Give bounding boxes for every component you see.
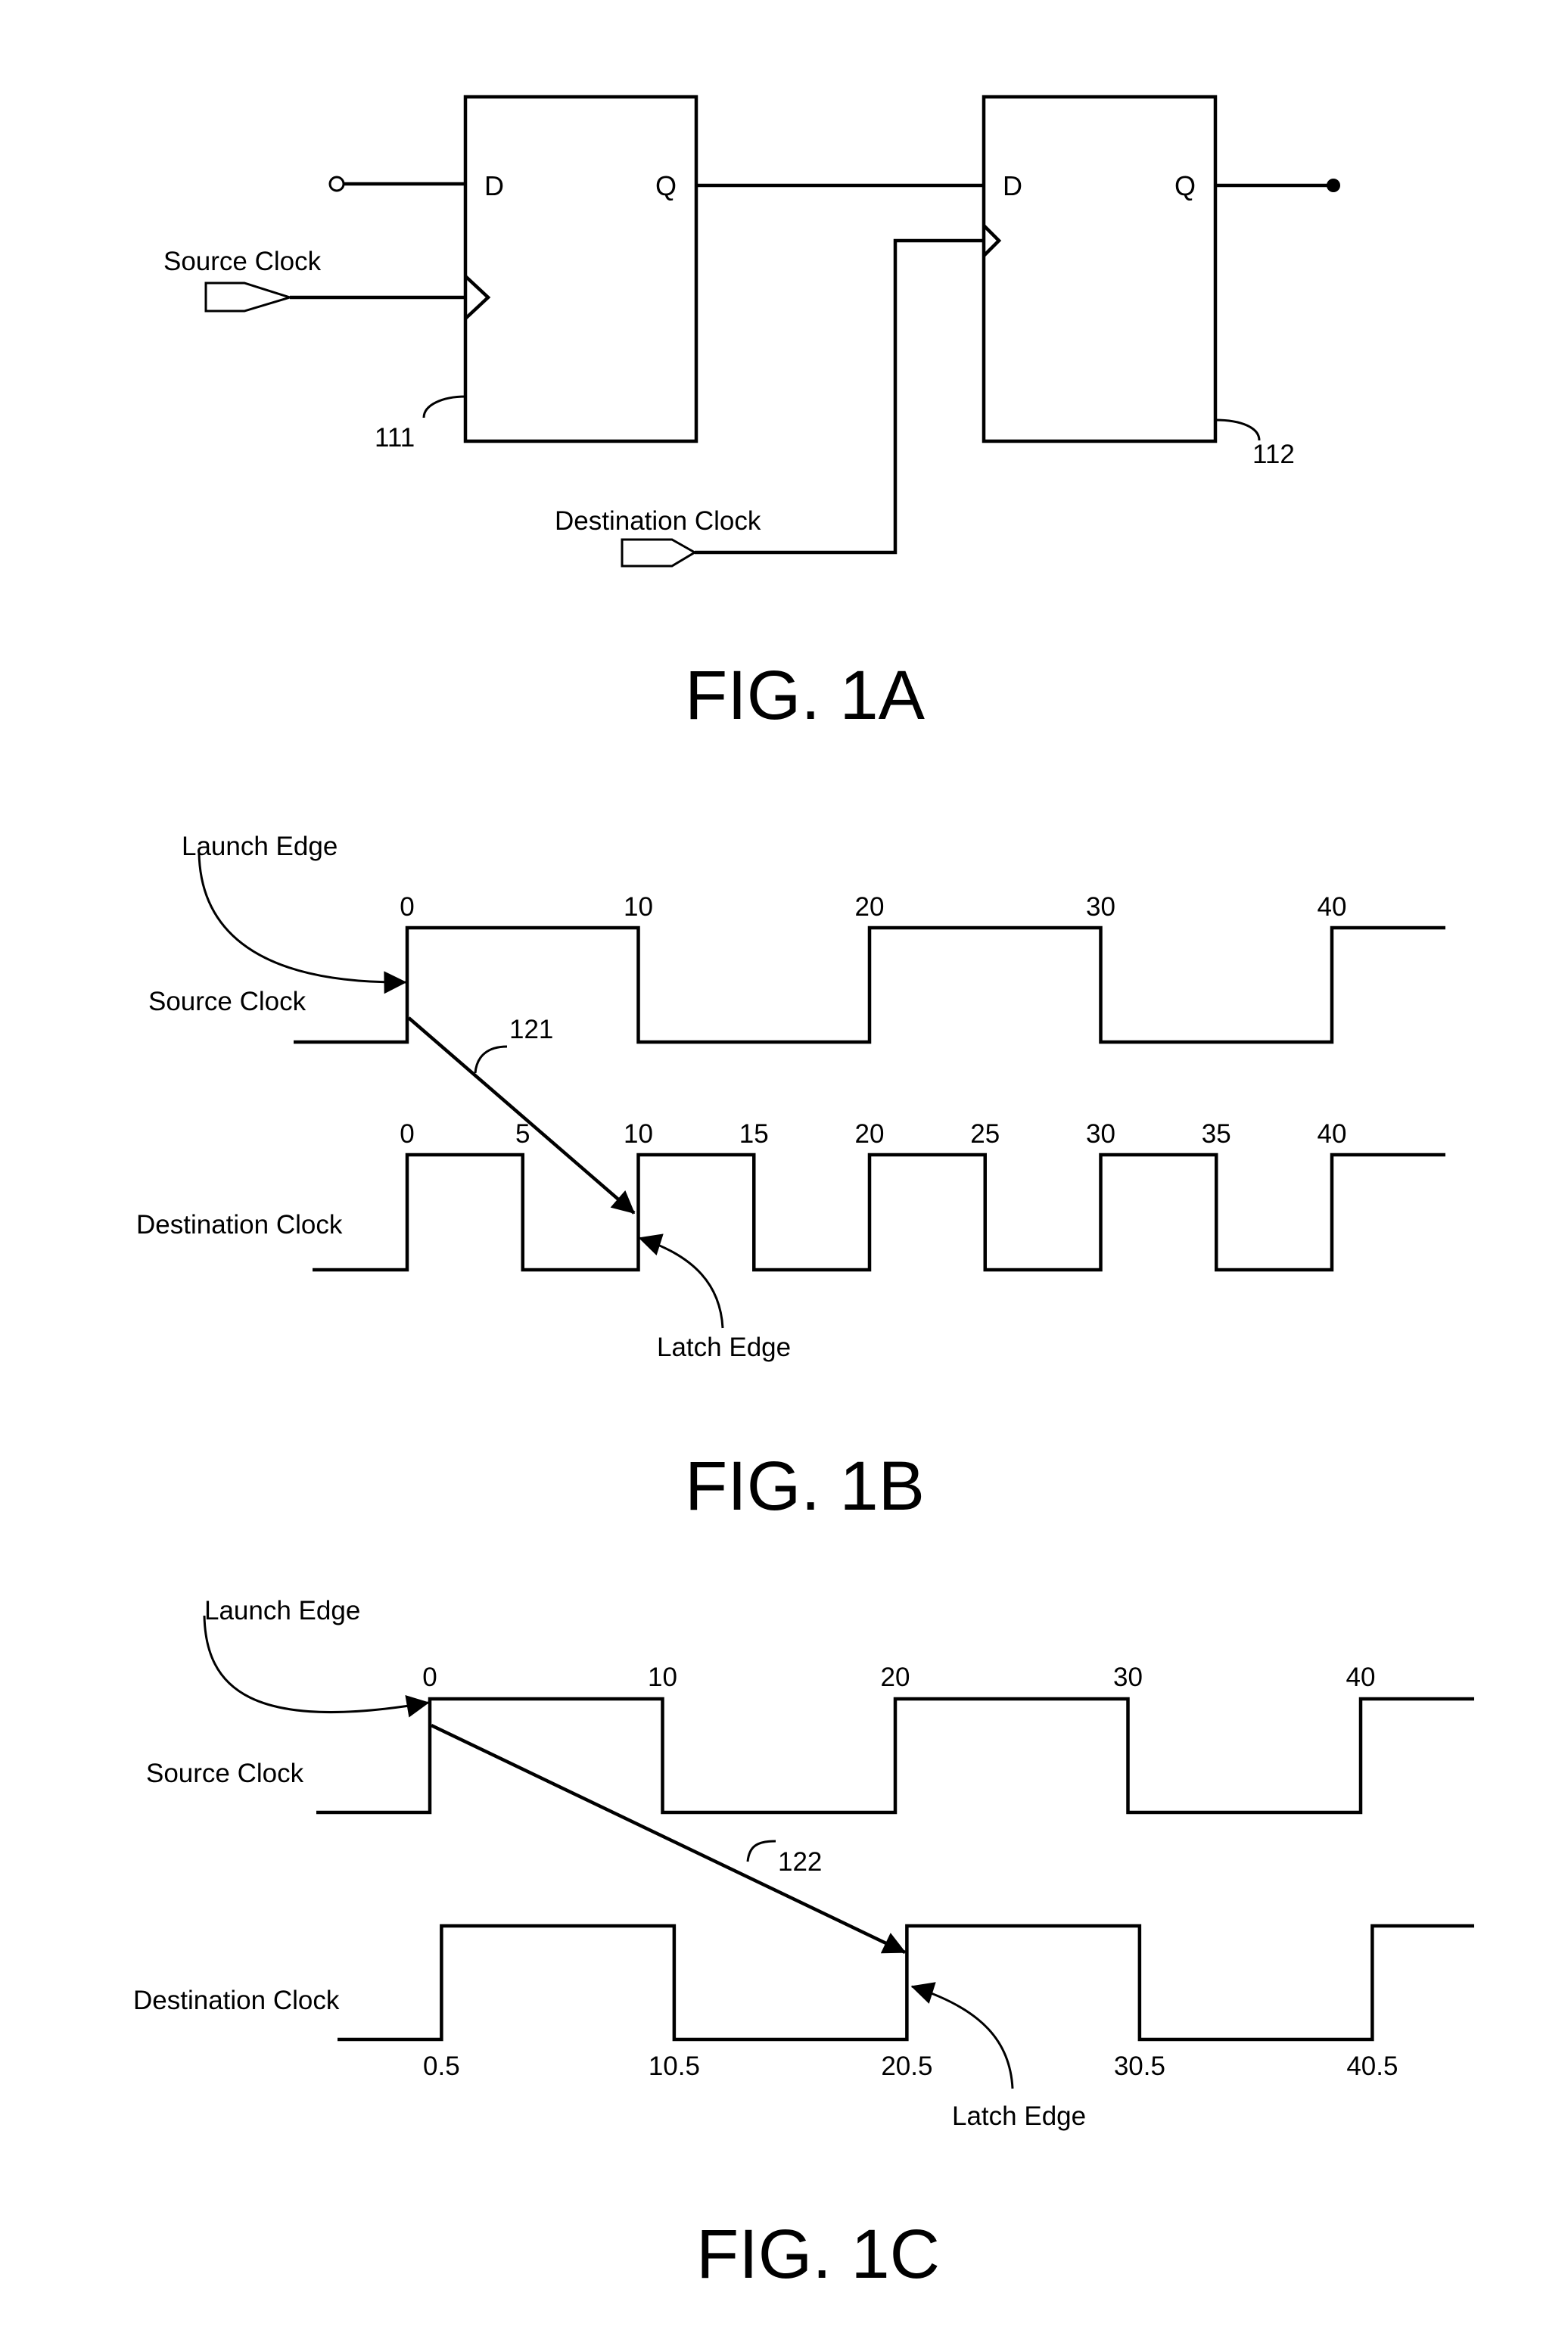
tick-label: 20 — [881, 1663, 910, 1692]
b-dst-trace — [313, 1153, 1445, 1272]
ff1-clock-pin-icon — [464, 275, 491, 320]
tick-label: 0.5 — [423, 2052, 460, 2081]
fig-1a-caption: FIG. 1A — [685, 657, 926, 734]
fig1b-source-waveform — [294, 925, 1445, 1044]
tick-label: 40 — [1346, 1663, 1376, 1692]
ff1-ref-leader — [422, 395, 466, 418]
source-clock-port-icon — [204, 282, 294, 313]
tick-label: 0 — [400, 892, 414, 922]
fig1b-source-clock-label: Source Clock — [148, 987, 306, 1016]
fig-1b: Launch Edge Source Clock Destination Clo… — [136, 832, 1445, 1525]
input-terminal-icon — [328, 176, 345, 192]
fig1c-destination-clock-label: Destination Clock — [133, 1986, 340, 2015]
fig1c-path-ref: 122 — [778, 1847, 822, 1877]
fig-1c-caption: FIG. 1C — [696, 2216, 940, 2293]
tick-label: 10 — [648, 1663, 677, 1692]
tick-label: 30 — [1086, 1119, 1115, 1149]
tick-label: 15 — [739, 1119, 769, 1149]
ff2-ref: 112 — [1252, 440, 1295, 469]
ff2-ref-leader — [1215, 418, 1261, 441]
fig1b-path-ref-leader — [474, 1045, 508, 1074]
fig1c-path-ref-leader — [746, 1840, 776, 1862]
tick-label: 10.5 — [649, 2052, 700, 2081]
fig1c-source-clock-label: Source Clock — [146, 1759, 304, 1788]
fig1b-launch-edge-label: Launch Edge — [182, 832, 338, 861]
ff1-d-pin: D — [484, 170, 504, 201]
source-clock-label: Source Clock — [163, 247, 322, 276]
b-src-trace — [294, 925, 1445, 1044]
ff2-d-pin: D — [1003, 170, 1022, 201]
tick-label: 40 — [1318, 892, 1347, 922]
ff1-q-pin: Q — [655, 170, 677, 201]
fig1b-latch-edge-label: Latch Edge — [657, 1333, 791, 1362]
ff2-q-pin: Q — [1174, 170, 1196, 201]
destination-clock-label: Destination Clock — [555, 506, 761, 536]
fig1c-source-tick-labels: 0 10 20 30 40 — [422, 1663, 1375, 1692]
c-dst-trace — [338, 1924, 1474, 2042]
tick-label: 25 — [970, 1119, 1000, 1149]
fig-1b-caption: FIG. 1B — [685, 1448, 925, 1525]
timing-diagram-figure: D Q 111 Source Clock D Q 112 Destination… — [133, 95, 1474, 2293]
tick-label: 40.5 — [1346, 2052, 1398, 2081]
tick-label: 10 — [624, 1119, 653, 1149]
ff1-ref: 111 — [375, 423, 415, 453]
tick-label: 10 — [624, 892, 653, 922]
tick-label: 40 — [1318, 1119, 1347, 1149]
tick-label: 30.5 — [1114, 2052, 1165, 2081]
fig1c-destination-waveform — [338, 1924, 1474, 2042]
tick-label: 0 — [400, 1119, 414, 1149]
fig1c-source-waveform — [316, 1697, 1474, 1815]
fig1c-launch-edge-arrow — [203, 1615, 430, 1718]
tick-label: 5 — [515, 1119, 530, 1149]
tick-label: 30 — [1086, 892, 1115, 922]
fig1b-destination-waveform — [313, 1153, 1445, 1272]
tick-label: 20.5 — [881, 2052, 932, 2081]
fig1b-destination-clock-label: Destination Clock — [136, 1210, 343, 1240]
fig1b-launch-edge-arrow — [198, 852, 407, 994]
fig1b-source-tick-labels: 0 10 20 30 40 — [400, 892, 1346, 922]
flip-flop-111 — [463, 95, 698, 443]
tick-label: 20 — [855, 1119, 885, 1149]
fig-1a: D Q 111 Source Clock D Q 112 Destination… — [163, 95, 1340, 734]
destination-clock-port-icon — [621, 538, 697, 568]
fig1b-latch-edge-arrow — [638, 1233, 724, 1329]
fig1c-launch-edge-label: Launch Edge — [204, 1596, 360, 1625]
fig1c-latch-edge-label: Latch Edge — [952, 2101, 1086, 2131]
fig-1c: Launch Edge Source Clock Destination Clo… — [133, 1596, 1474, 2293]
c-src-trace — [316, 1697, 1474, 1815]
output-terminal-icon — [1327, 179, 1340, 192]
fig1c-destination-tick-labels: 0.5 10.5 20.5 30.5 40.5 — [423, 2052, 1398, 2081]
fig1b-path-ref: 121 — [509, 1015, 553, 1044]
tick-label: 0 — [422, 1663, 437, 1692]
flip-flop-112 — [982, 95, 1218, 443]
fig1c-timing-path-122 — [431, 1723, 907, 1955]
tick-label: 35 — [1202, 1119, 1231, 1149]
tick-label: 30 — [1113, 1663, 1143, 1692]
tick-label: 20 — [855, 892, 885, 922]
ff2-clock-pin-icon — [982, 224, 1002, 257]
